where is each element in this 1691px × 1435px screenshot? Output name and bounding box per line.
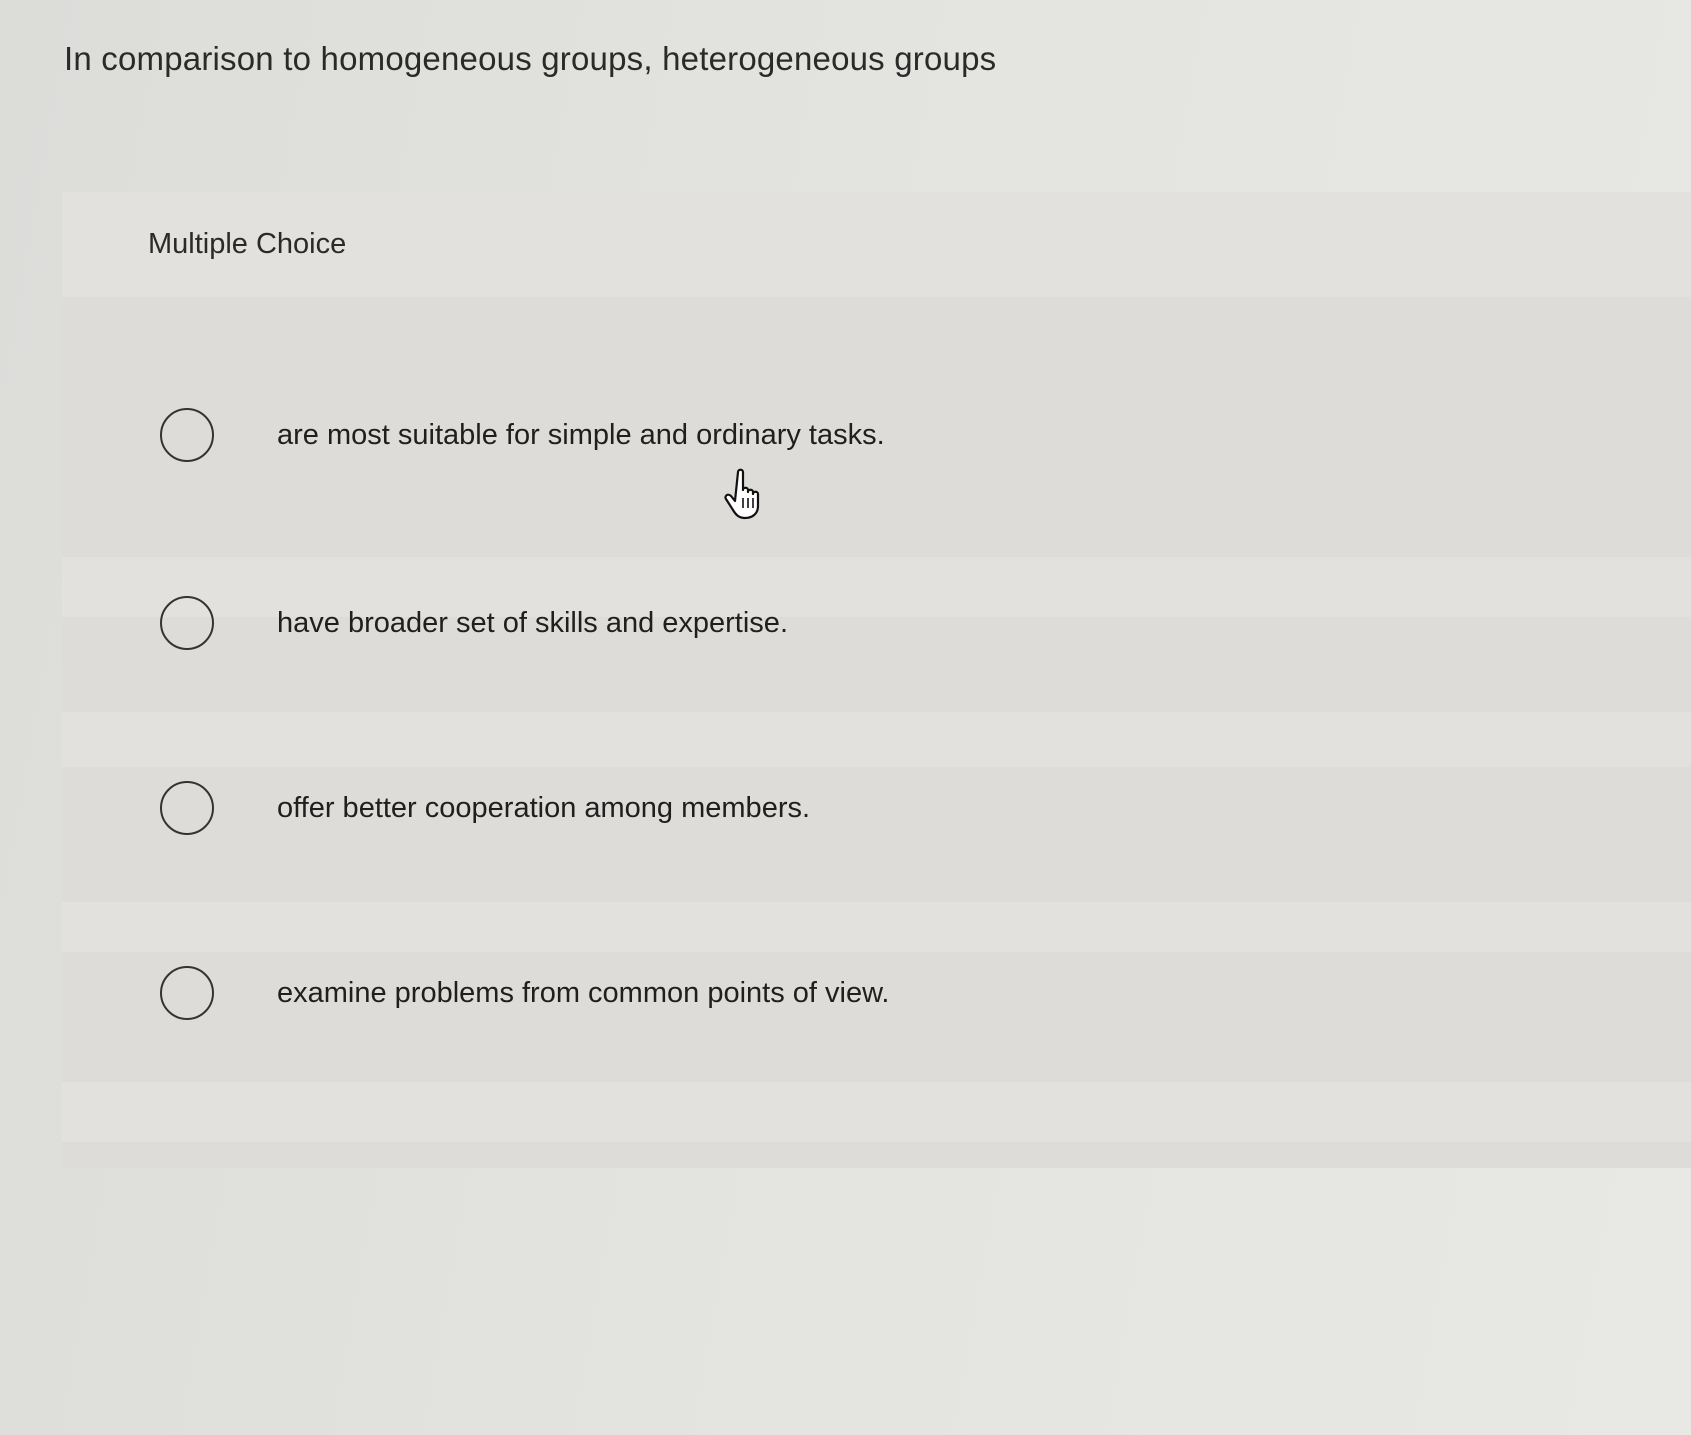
choice-option-1[interactable]: are most suitable for simple and ordinar… [160, 400, 1160, 470]
question-type-label: Multiple Choice [148, 228, 347, 260]
choice-label[interactable]: examine problems from common points of v… [277, 977, 889, 1010]
panel-band [62, 712, 1691, 767]
radio-button-icon[interactable] [160, 781, 214, 835]
radio-button-icon[interactable] [160, 596, 214, 650]
question-prompt: In comparison to homogeneous groups, het… [64, 40, 997, 77]
choice-label[interactable]: are most suitable for simple and ordinar… [277, 419, 885, 452]
quiz-page: In comparison to homogeneous groups, het… [0, 0, 1691, 1435]
choice-label[interactable]: have broader set of skills and expertise… [277, 607, 788, 640]
choice-option-2[interactable]: have broader set of skills and expertise… [160, 588, 1160, 658]
panel-band [62, 1082, 1691, 1142]
choice-option-4[interactable]: examine problems from common points of v… [160, 958, 1160, 1028]
choice-label[interactable]: offer better cooperation among members. [277, 792, 810, 825]
panel-band [62, 902, 1691, 952]
radio-button-icon[interactable] [160, 408, 214, 462]
radio-button-icon[interactable] [160, 966, 214, 1020]
choice-option-3[interactable]: offer better cooperation among members. [160, 773, 1160, 843]
hand-pointer-icon [724, 468, 760, 520]
